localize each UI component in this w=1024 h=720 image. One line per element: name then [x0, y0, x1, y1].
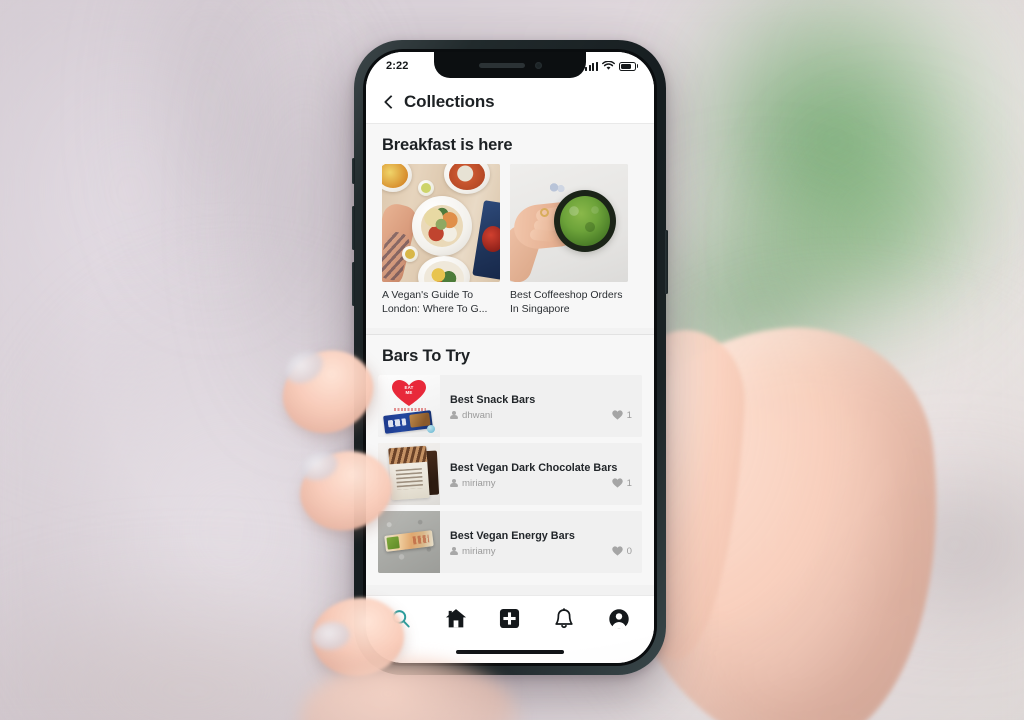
chevron-left-icon[interactable] [382, 95, 395, 108]
list-item-author: dhwani [450, 410, 492, 421]
user-icon [450, 546, 458, 556]
list-item-meta: miriamy 0 [450, 546, 634, 557]
phone-screen: 2:22 Collections Breakfast is here A Veg… [366, 52, 654, 663]
list-item-title: Best Vegan Dark Chocolate Bars [450, 461, 618, 474]
list-item[interactable]: Best Vegan Energy Bars miriamy 0 [378, 511, 642, 574]
battery-icon [619, 61, 636, 71]
wifi-icon [602, 61, 615, 70]
earpiece-speaker [478, 62, 525, 68]
list-item-body: Best Snack Bars dhwani 1 [440, 375, 642, 438]
heart-icon [612, 546, 623, 556]
phone-bezel: 2:22 Collections Breakfast is here A Veg… [363, 49, 657, 666]
volume-up-button[interactable] [352, 206, 355, 250]
card-carousel[interactable]: A Vegan's Guide To London: Where To G... [366, 164, 654, 316]
plus-square-icon [500, 608, 520, 629]
list-item-thumbnail-snack-bars[interactable]: EAT ME [378, 375, 440, 438]
front-camera [534, 61, 542, 69]
home-icon [445, 609, 466, 628]
list-item-meta: dhwani 1 [450, 410, 634, 421]
like-count-group[interactable]: 1 [612, 410, 634, 421]
status-indicators [585, 61, 636, 71]
list-item[interactable]: EAT ME Best Snack Bars dhwani 1 [378, 375, 642, 438]
background-foliage-c [790, 120, 990, 350]
volume-down-button[interactable] [352, 262, 355, 306]
cellular-signal-icon [585, 61, 598, 71]
device-notch [434, 52, 586, 78]
list-item-body: Best Vegan Energy Bars miriamy 0 [440, 511, 642, 574]
section-title: Breakfast is here [382, 136, 513, 154]
profile-tab[interactable] [600, 602, 638, 636]
home-indicator[interactable] [456, 650, 564, 654]
user-circle-icon [609, 608, 629, 629]
scroll-content[interactable]: Breakfast is here A Vegan's Guide To Lon… [366, 124, 654, 595]
list-item-title: Best Snack Bars [450, 393, 536, 406]
section-breakfast: Breakfast is here A Vegan's Guide To Lon… [366, 124, 654, 329]
card-image-green-smoothie[interactable] [510, 164, 628, 282]
status-time: 2:22 [386, 60, 409, 72]
bottom-tab-bar [366, 595, 654, 641]
like-count-group[interactable]: 1 [612, 478, 634, 489]
heart-icon [612, 410, 623, 420]
card-image-vegan-food[interactable] [382, 164, 500, 282]
list-item[interactable]: Best Vegan Dark Chocolate Bars miriamy 1 [378, 443, 642, 506]
list-item-author: miriamy [450, 478, 496, 489]
author-name: miriamy [462, 477, 496, 489]
page-title: Collections [404, 91, 495, 111]
list-item-title: Best Vegan Energy Bars [450, 529, 575, 542]
list-item-thumbnail-energy-bars[interactable] [378, 511, 440, 574]
heart-icon [612, 478, 623, 488]
user-icon [450, 410, 458, 420]
author-name: miriamy [462, 545, 496, 557]
like-count-group[interactable]: 0 [612, 546, 634, 557]
nav-header: Collections [366, 80, 654, 124]
like-count: 1 [626, 477, 632, 489]
home-tab[interactable] [437, 602, 475, 636]
collection-card[interactable]: Best Coffeeshop Orders In Singapore [510, 164, 628, 316]
list-item-meta: miriamy 1 [450, 478, 634, 489]
notifications-tab[interactable] [545, 602, 583, 636]
power-button[interactable] [665, 230, 668, 294]
section-bars-to-try: Bars To Try EAT ME Best Snack Bars dhwan… [366, 334, 654, 586]
card-caption: Best Coffeeshop Orders In Singapore [510, 289, 623, 316]
section-title: Bars To Try [382, 347, 470, 366]
collection-list: EAT ME Best Snack Bars dhwani 1 Best Veg… [366, 375, 654, 574]
like-count: 1 [626, 409, 632, 421]
smartphone-device: 2:22 Collections Breakfast is here A Veg… [352, 40, 668, 675]
like-count: 0 [626, 545, 632, 557]
collection-card[interactable]: A Vegan's Guide To London: Where To G... [382, 164, 500, 316]
list-item-author: miriamy [450, 546, 496, 557]
photo-scene: 2:22 Collections Breakfast is here A Veg… [0, 0, 1024, 720]
add-tab[interactable] [491, 602, 529, 636]
mute-switch[interactable] [352, 158, 355, 184]
author-name: dhwani [462, 409, 493, 421]
card-caption: A Vegan's Guide To London: Where To G... [382, 289, 488, 316]
list-item-body: Best Vegan Dark Chocolate Bars miriamy 1 [440, 443, 642, 506]
user-icon [450, 478, 458, 488]
eat-me-label: EAT ME [404, 385, 414, 395]
bell-icon [555, 607, 574, 628]
